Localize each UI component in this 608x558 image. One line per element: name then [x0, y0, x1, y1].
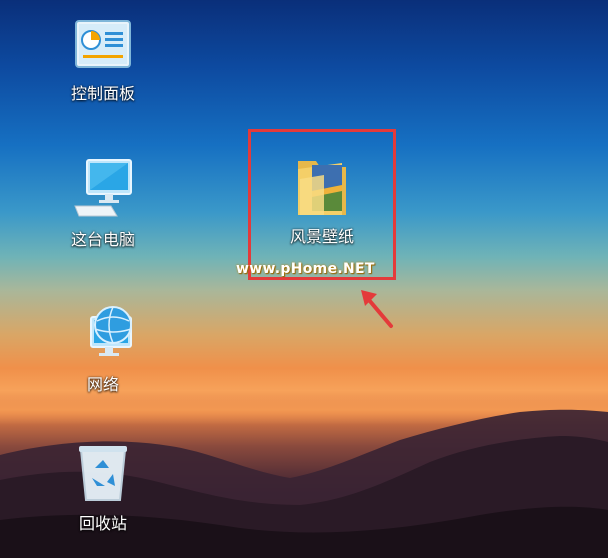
- desktop-icon-recycle-bin[interactable]: 回收站: [53, 442, 153, 534]
- watermark-text: www.pHome.NET: [236, 261, 375, 277]
- control-panel-icon: [75, 20, 131, 68]
- desktop-icon-network[interactable]: 网络: [53, 305, 153, 395]
- pointer-arrow-icon: [361, 290, 393, 328]
- highlight-box: [248, 129, 396, 280]
- desktop-icon-label: 网络: [86, 375, 119, 394]
- desktop-icon-label: 这台电脑: [70, 230, 135, 249]
- desktop-icon-label: 控制面板: [70, 84, 135, 103]
- desktop[interactable]: 控制面板 这台电脑 网络 回收站 风景壁纸 www.pHome.NET: [0, 0, 608, 558]
- desktop-icon-label: 回收站: [78, 514, 127, 533]
- computer-icon: [74, 159, 132, 217]
- desktop-icon-control-panel[interactable]: 控制面板: [53, 18, 153, 104]
- desktop-icon-this-pc[interactable]: 这台电脑: [53, 158, 153, 250]
- network-icon: [90, 306, 132, 356]
- recycle-bin-icon: [79, 446, 127, 501]
